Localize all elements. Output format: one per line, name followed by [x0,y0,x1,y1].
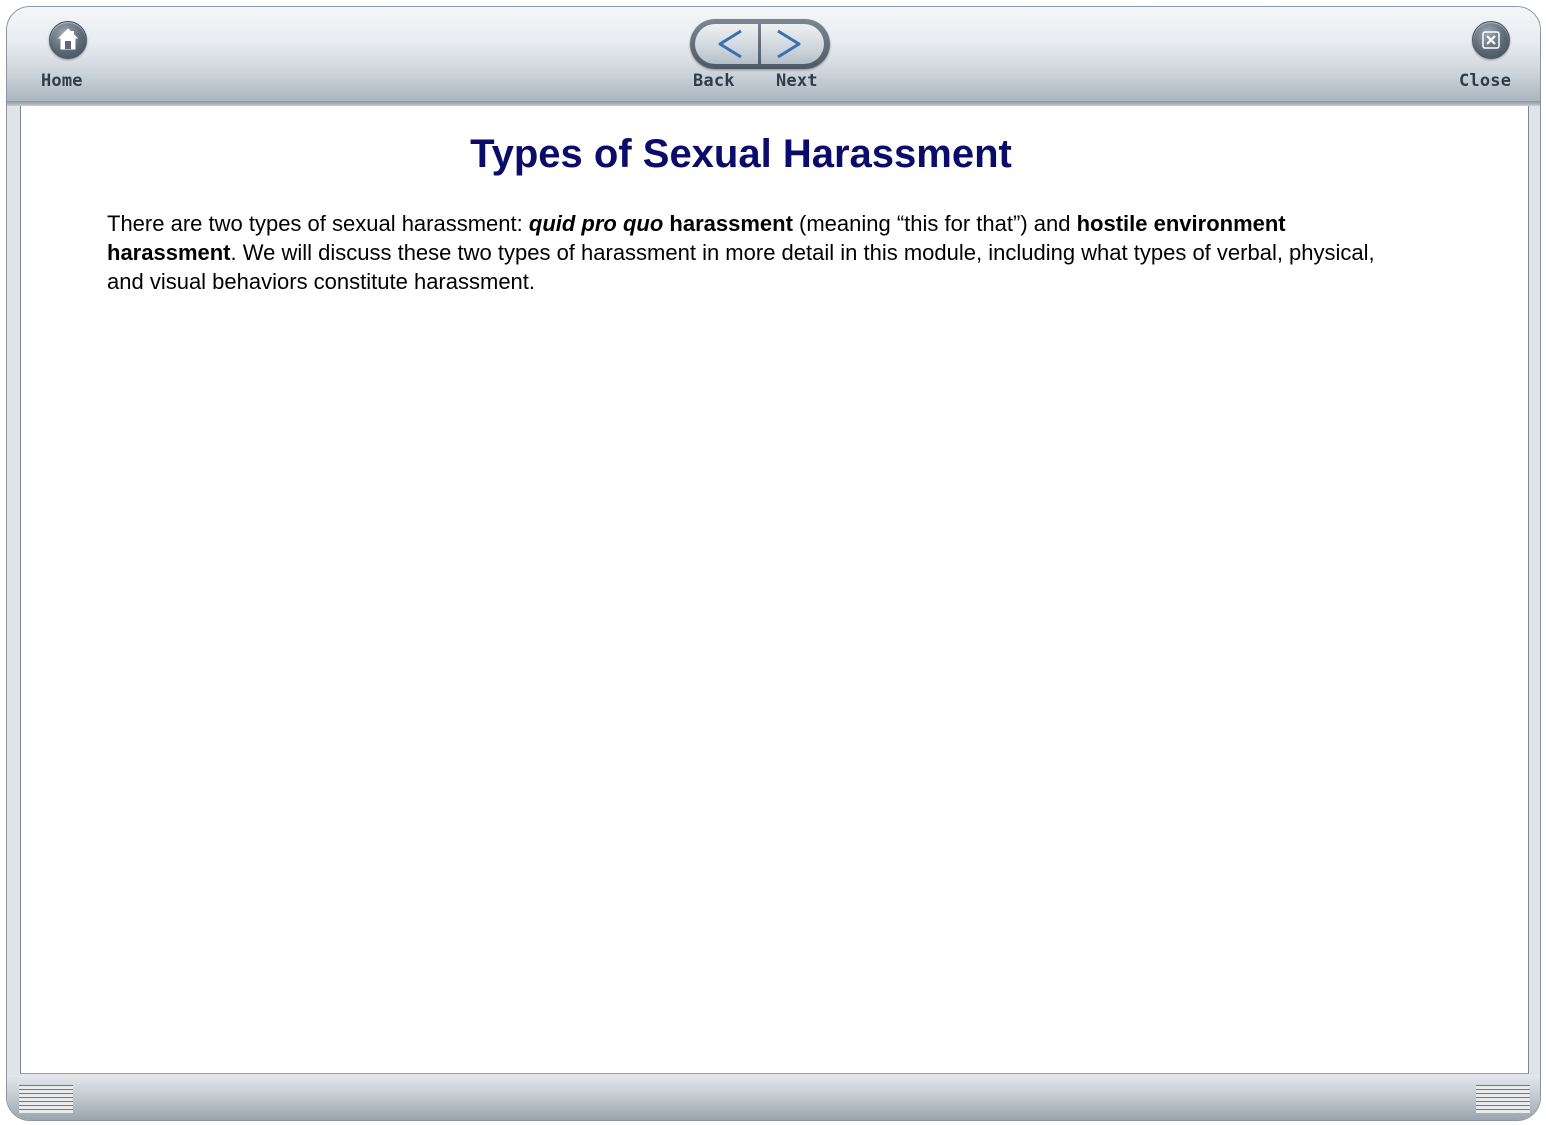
paragraph-text: . We will discuss these two types of har… [107,240,1375,294]
home-icon [57,28,79,50]
back-label[interactable]: Back [693,71,735,91]
next-button[interactable] [761,24,824,64]
resize-grip-icon[interactable] [19,1085,73,1113]
paragraph-text: (meaning “this for that”) and [792,211,1077,236]
close-button[interactable] [1472,21,1510,59]
toolbar: Home Back Next Close [7,7,1540,103]
home-button[interactable] [49,21,87,59]
content-pane: Types of Sexual Harassment There are two… [20,106,1529,1074]
page-title: Types of Sexual Harassment [470,132,1012,176]
close-icon [1482,31,1500,49]
app-window: Home Back Next Close Types of Sexual Har… [6,6,1541,1121]
footer-bar [7,1075,1540,1120]
next-label[interactable]: Next [776,71,818,91]
back-arrow-icon [718,29,742,59]
paragraph-text: There are two types of sexual harassment… [107,211,529,236]
intro-paragraph: There are two types of sexual harassment… [107,209,1407,296]
emphasis-term: quid pro quo [528,211,664,236]
close-label[interactable]: Close [1459,71,1511,91]
next-arrow-icon [777,29,801,59]
resize-grip-icon[interactable] [1476,1085,1530,1113]
nav-button-group [690,19,830,69]
home-label[interactable]: Home [41,71,83,91]
emphasis-term-suffix: harassment [663,211,793,236]
back-button[interactable] [695,24,758,64]
